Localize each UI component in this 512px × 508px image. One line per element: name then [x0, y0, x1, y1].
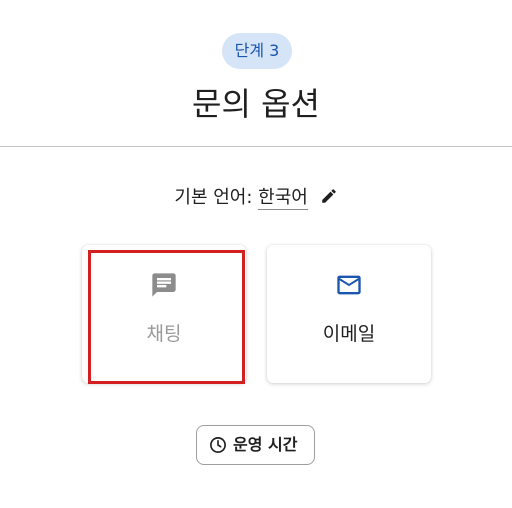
business-hours-label: 운영 시간	[233, 435, 298, 454]
chat-icon	[152, 273, 176, 297]
clock-icon	[210, 437, 226, 453]
page-header: 단계 3 문의 옵션	[0, 0, 512, 147]
chat-option-card[interactable]: 채팅	[82, 245, 246, 383]
pencil-icon[interactable]	[320, 187, 338, 205]
email-option-card[interactable]: 이메일	[267, 245, 431, 383]
step-badge: 단계 3	[222, 33, 292, 69]
language-value[interactable]: 한국어	[258, 187, 308, 210]
email-option-label: 이메일	[322, 323, 376, 345]
language-prefix-label: 기본 언어:	[174, 187, 253, 208]
default-language-row: 기본 언어: 한국어	[0, 184, 512, 212]
page-title: 문의 옵션	[192, 85, 320, 123]
business-hours-button[interactable]: 운영 시간	[196, 425, 315, 465]
mail-icon	[337, 275, 361, 295]
chat-option-label: 채팅	[146, 323, 182, 345]
